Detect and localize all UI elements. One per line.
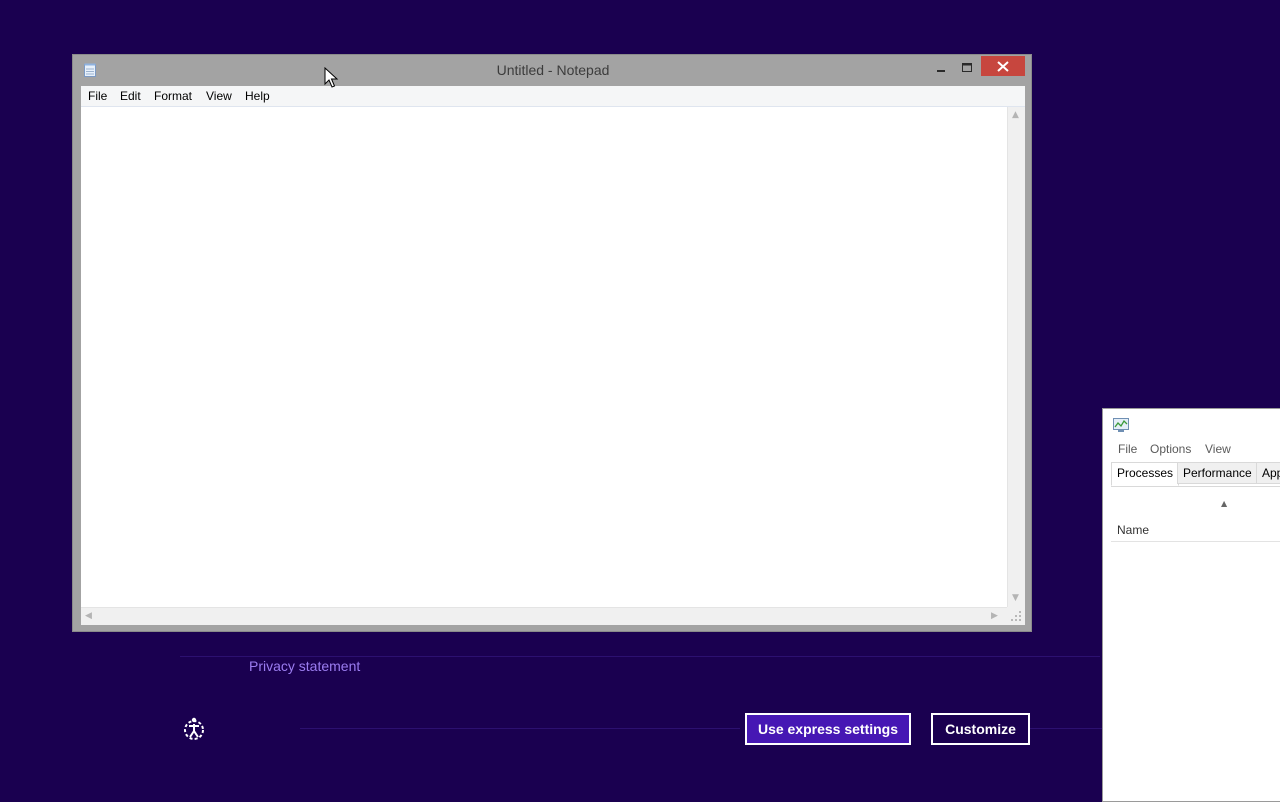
- tm-menu-options[interactable]: Options: [1150, 442, 1191, 456]
- menu-file[interactable]: File: [88, 89, 107, 103]
- task-manager-app-icon: [1113, 418, 1129, 432]
- notepad-window-title: Untitled - Notepad: [496, 62, 610, 78]
- oobe-divider-line: [180, 656, 1100, 657]
- minimize-icon: [937, 70, 945, 72]
- use-express-settings-button[interactable]: Use express settings: [745, 713, 911, 745]
- ease-of-access-icon[interactable]: [180, 715, 208, 743]
- tab-app-history[interactable]: App: [1256, 462, 1280, 484]
- close-icon: [997, 61, 1009, 72]
- menu-format[interactable]: Format: [154, 89, 192, 103]
- resize-grip-icon[interactable]: [1007, 607, 1025, 625]
- oobe-divider-line: [1030, 728, 1102, 729]
- menu-help[interactable]: Help: [245, 89, 270, 103]
- maximize-icon: [962, 63, 972, 72]
- scroll-down-icon[interactable]: ▼: [1012, 593, 1019, 603]
- tab-performance[interactable]: Performance: [1177, 462, 1258, 484]
- close-button[interactable]: [981, 56, 1025, 76]
- horizontal-scrollbar[interactable]: ◀ ▶: [81, 607, 1007, 625]
- vertical-scrollbar[interactable]: ▲ ▼: [1007, 107, 1025, 607]
- tm-menu-file[interactable]: File: [1118, 442, 1137, 456]
- task-manager-tabs: Processes Performance App: [1111, 462, 1280, 487]
- column-header-name[interactable]: Name: [1117, 523, 1149, 537]
- task-manager-titlebar[interactable]: [1103, 409, 1280, 439]
- privacy-statement-link[interactable]: Privacy statement: [249, 658, 360, 674]
- scroll-left-icon[interactable]: ◀: [85, 611, 92, 621]
- menu-edit[interactable]: Edit: [120, 89, 141, 103]
- scroll-up-icon[interactable]: ▲: [1012, 110, 1019, 120]
- minimize-button[interactable]: [928, 57, 954, 77]
- notepad-titlebar[interactable]: Untitled - Notepad: [73, 55, 1031, 86]
- tab-processes[interactable]: Processes: [1111, 462, 1180, 486]
- mouse-cursor-icon: [324, 67, 339, 88]
- menu-view[interactable]: View: [206, 89, 232, 103]
- notepad-text-area[interactable]: [81, 107, 1007, 607]
- sort-arrow-icon: ▲: [1221, 499, 1228, 508]
- task-manager-menubar: File Options View: [1111, 439, 1280, 459]
- notepad-window: Untitled - Notepad File Edit Format View…: [72, 54, 1032, 632]
- tm-menu-view[interactable]: View: [1205, 442, 1231, 456]
- notepad-menubar: File Edit Format View Help: [81, 86, 1025, 107]
- scroll-right-icon[interactable]: ▶: [991, 611, 998, 621]
- customize-button[interactable]: Customize: [931, 713, 1030, 745]
- task-manager-window: File Options View Processes Performance …: [1102, 408, 1280, 802]
- maximize-button[interactable]: [954, 57, 980, 77]
- column-header-divider: [1111, 541, 1280, 542]
- oobe-divider-line: [300, 728, 740, 729]
